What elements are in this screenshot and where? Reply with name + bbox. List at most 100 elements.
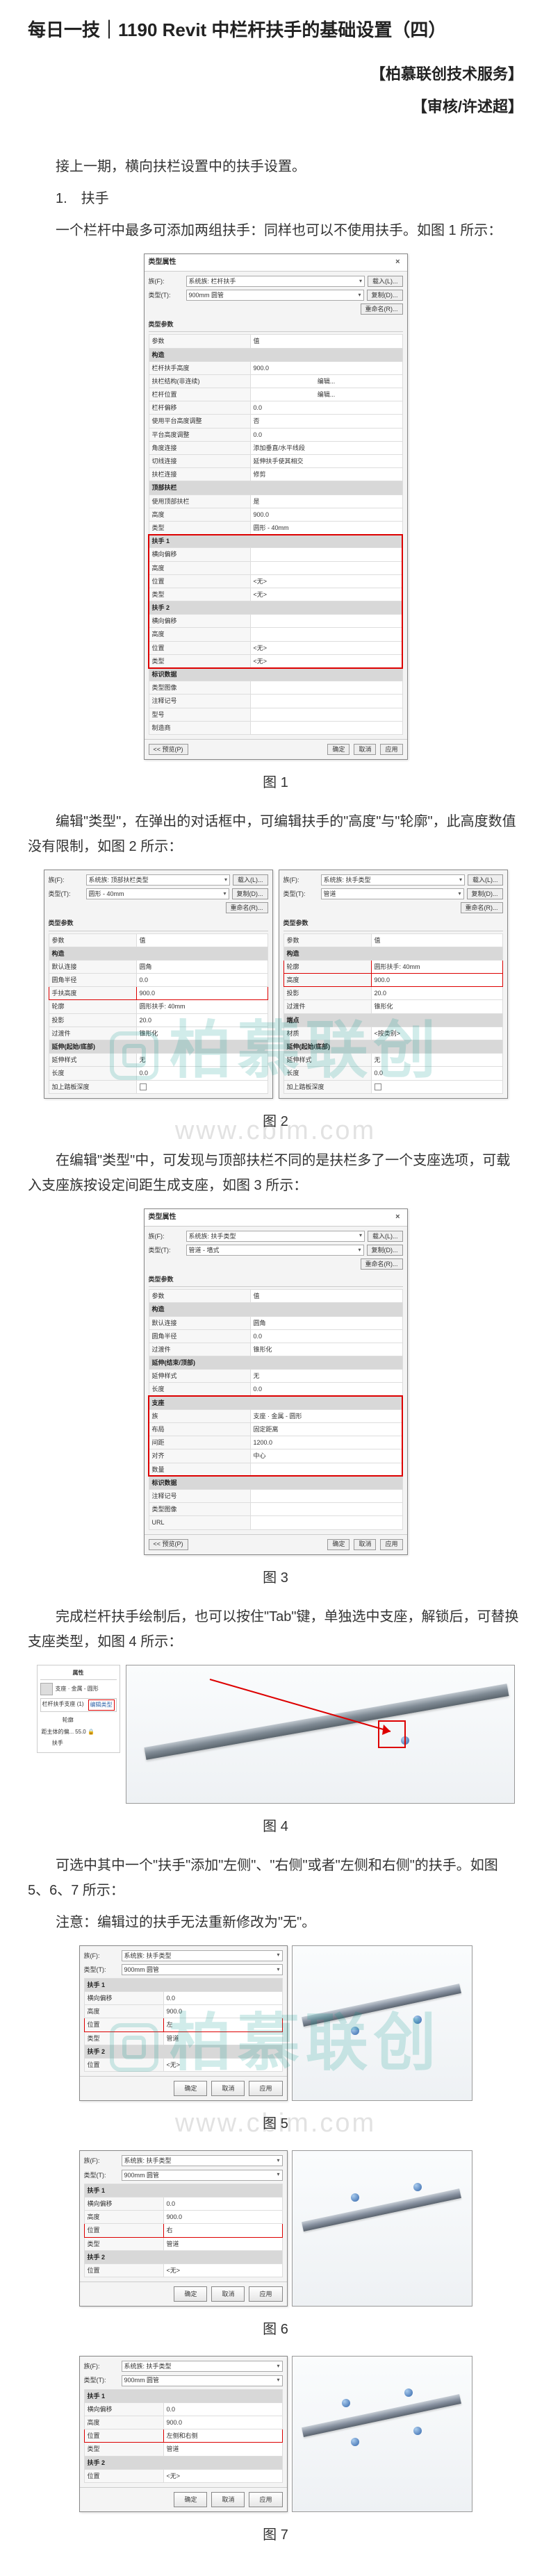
duplicate-button[interactable]: 复制(D)...	[467, 888, 503, 899]
duplicate-button[interactable]: 复制(D)...	[232, 888, 268, 899]
type-label: 类型(T):	[283, 888, 318, 899]
handrail-3d	[302, 2394, 461, 2437]
para-3: 在编辑"类型"中，可发现与顶部扶栏不同的是扶栏多了一个支座选项，可载入支座族按设…	[28, 1148, 523, 1198]
figure-caption-4: 图 4	[28, 1814, 523, 1839]
type-select[interactable]: 圆形 - 40mm▾	[86, 888, 229, 899]
figure-caption-3: 图 3	[28, 1565, 523, 1590]
dialog-title: 类型属性	[149, 1211, 176, 1224]
type-name: 支座 · 金属 - 圆形	[56, 1684, 99, 1694]
type-params-header: 类型参数	[283, 917, 503, 931]
cancel-button[interactable]: 取消	[211, 2286, 245, 2302]
type-label: 类型(T):	[149, 290, 183, 301]
type-select[interactable]: 管道▾	[321, 888, 464, 899]
load-button[interactable]: 载入(L)...	[368, 1231, 403, 1242]
support-right	[351, 2193, 359, 2202]
properties-palette: 属性 支座 · 金属 - 圆形 栏杆扶手支座 (1) 编辑类型 轮廓 距主体的偏…	[37, 1665, 120, 1754]
support-left	[351, 2027, 359, 2035]
apply-button[interactable]: 应用	[380, 744, 402, 755]
family-select[interactable]: 系统族: 扶手类型▾	[321, 874, 465, 886]
support-left	[351, 2438, 359, 2446]
family-label: 族(F):	[149, 276, 183, 287]
type-params-table: 参数值 构造 默认连接圆角 圆角半径0.0 手扶高度900.0 轮廓圆形扶手: …	[49, 933, 268, 1094]
load-button[interactable]: 载入(L)...	[368, 276, 403, 287]
support-right	[342, 2399, 350, 2407]
duplicate-button[interactable]: 复制(D)...	[367, 1245, 403, 1256]
intro-p2: 一个栏杆中最多可添加两组扶手：同样也可以不使用扶手。如图 1 所示：	[28, 218, 523, 243]
close-icon[interactable]: ×	[393, 1211, 402, 1224]
family-select[interactable]: 系统族: 扶手类型▾	[186, 1231, 365, 1242]
type-params-table: 参数值 构造 栏杆扶手高度900.0 扶栏结构(非连续)编辑... 栏杆位置编辑…	[149, 334, 403, 735]
rename-button[interactable]: 重命名(R)...	[361, 1258, 403, 1270]
preview-button[interactable]: << 预览(P)	[149, 744, 188, 755]
para-5: 可选中其中一个"扶手"添加"左侧"、"右侧"或者"左侧和右侧"的扶手。如图 5、…	[28, 1853, 523, 1903]
cancel-button[interactable]: 取消	[354, 744, 376, 755]
type-properties-dialog-left: 族(F):系统族: 扶手类型▾ 类型(T):900mm 圆管▾ 扶手 1 横向偏…	[79, 1945, 288, 2102]
type-params-header: 类型参数	[149, 1274, 403, 1287]
family-select[interactable]: 系统族: 栏杆扶手▾	[186, 276, 365, 287]
checkbox[interactable]	[375, 1083, 381, 1090]
family-select[interactable]: 系统族: 顶部扶栏类型▾	[86, 874, 230, 886]
palette-title: 属性	[40, 1668, 117, 1680]
handrail-3d	[302, 2188, 461, 2232]
family-label: 族(F):	[283, 874, 318, 886]
lock-icon[interactable]: 🔒	[88, 1729, 94, 1735]
type-select[interactable]: 管道 - 墙式▾	[186, 1245, 364, 1256]
support-right	[413, 2183, 422, 2191]
type-properties-dialog-both: 族(F):系统族: 扶手类型▾ 类型(T):900mm 圆管▾ 扶手 1 横向偏…	[79, 2356, 288, 2512]
author-line: 【审核/许述超】	[28, 93, 523, 121]
ok-button[interactable]: 确定	[327, 744, 349, 755]
3d-viewport[interactable]	[126, 1665, 515, 1804]
type-params-table: 参数值 构造 轮廓圆形扶手: 40mm 高度900.0 投影20.0 过渡件锥形…	[283, 933, 503, 1094]
chevron-down-icon: ▾	[358, 290, 361, 300]
ok-button[interactable]: 确定	[327, 1539, 349, 1550]
handrail-3d	[302, 1984, 461, 2027]
apply-button[interactable]: 应用	[249, 2286, 282, 2302]
type-properties-dialog: 类型属性 × 族(F): 系统族: 栏杆扶手▾ 载入(L)... 类型(T): …	[144, 254, 408, 760]
preview-button[interactable]: << 预览(P)	[149, 1539, 188, 1550]
type-params-table: 参数值 构造 默认连接圆角 圆角半径0.0 过渡件锥形化 延伸(结束/顶部) 延…	[149, 1289, 403, 1529]
figure-caption-2: 图 2	[28, 1109, 523, 1134]
page-title: 每日一技｜1190 Revit 中栏杆扶手的基础设置（四）	[28, 14, 523, 47]
edit-type-button[interactable]: 编辑类型	[88, 1700, 115, 1711]
checkbox[interactable]	[140, 1083, 147, 1090]
type-select[interactable]: 900mm 圆管▾	[186, 290, 364, 301]
3d-viewport[interactable]	[292, 2150, 472, 2307]
3d-viewport[interactable]	[292, 2356, 472, 2512]
load-button[interactable]: 载入(L)...	[233, 874, 268, 886]
type-params-header: 类型参数	[49, 917, 268, 931]
cancel-button[interactable]: 取消	[211, 2492, 245, 2507]
intro-p1: 接上一期，横向扶栏设置中的扶手设置。	[28, 154, 523, 179]
ok-button[interactable]: 确定	[174, 2081, 207, 2096]
para-6: 注意：编辑过的扶手无法重新修改为"无"。	[28, 1910, 523, 1935]
type-thumb-icon	[40, 1683, 53, 1695]
list-item-1: 1. 扶手	[56, 186, 523, 211]
figure-caption-6: 图 6	[28, 2317, 523, 2342]
close-icon[interactable]: ×	[393, 256, 402, 269]
cancel-button[interactable]: 取消	[354, 1539, 376, 1550]
figure-caption-7: 图 7	[28, 2523, 523, 2548]
figure-caption-1: 图 1	[28, 770, 523, 795]
rename-button[interactable]: 重命名(R)...	[461, 902, 503, 913]
selection-count: 栏杆扶手支座 (1)	[42, 1700, 84, 1711]
top-rail-type-dialog: 族(F): 系统族: 顶部扶栏类型▾ 载入(L)... 类型(T): 圆形 - …	[44, 870, 273, 1099]
handrail-type-dialog-seat: 类型属性 × 族(F): 系统族: 扶手类型▾ 载入(L)... 类型(T): …	[144, 1208, 408, 1555]
duplicate-button[interactable]: 复制(D)...	[367, 290, 403, 301]
load-button[interactable]: 载入(L)...	[468, 874, 503, 886]
figure-caption-5: 图 5	[28, 2111, 523, 2136]
family-label: 族(F):	[49, 874, 83, 886]
ok-button[interactable]: 确定	[174, 2286, 207, 2302]
3d-viewport[interactable]	[292, 1945, 472, 2102]
rename-button[interactable]: 重命名(R)...	[361, 304, 403, 315]
service-line: 【柏慕联创技术服务】	[28, 60, 523, 88]
apply-button[interactable]: 应用	[249, 2492, 282, 2507]
chevron-down-icon: ▾	[359, 276, 362, 286]
cancel-button[interactable]: 取消	[211, 2081, 245, 2096]
para-2: 编辑"类型"，在弹出的对话框中，可编辑扶手的"高度"与"轮廓"，此高度数值没有限…	[28, 809, 523, 859]
rename-button[interactable]: 重命名(R)...	[226, 902, 268, 913]
support-left	[413, 2427, 422, 2435]
ok-button[interactable]: 确定	[174, 2492, 207, 2507]
apply-button[interactable]: 应用	[380, 1539, 402, 1550]
support-left	[413, 2016, 422, 2024]
apply-button[interactable]: 应用	[249, 2081, 282, 2096]
para-4: 完成栏杆扶手绘制后，也可以按住"Tab"键，单独选中支座，解锁后，可替换支座类型…	[28, 1604, 523, 1654]
